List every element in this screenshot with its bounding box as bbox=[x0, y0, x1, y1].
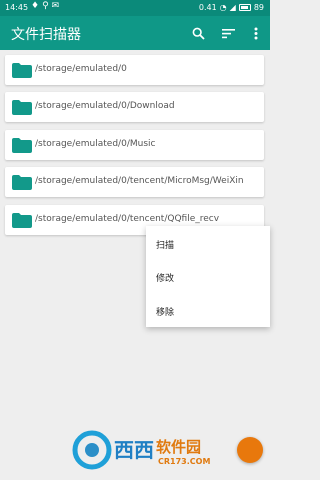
battery-icon bbox=[238, 4, 251, 11]
usb-icon: ⚲ bbox=[42, 1, 49, 11]
folder-icon bbox=[12, 100, 32, 115]
status-time: 14:45 bbox=[5, 3, 29, 12]
svg-text:软件园: 软件园 bbox=[156, 438, 201, 456]
folder-path: /storage/emulated/0/Music bbox=[35, 139, 156, 149]
svg-text:CR173.COM: CR173.COM bbox=[158, 457, 210, 466]
menu-item-edit[interactable]: 修改 bbox=[156, 271, 174, 284]
wifi-icon: ◔ bbox=[219, 3, 227, 12]
folder-item[interactable]: /storage/emulated/0/Music bbox=[5, 130, 264, 160]
folder-item[interactable]: /storage/emulated/0 bbox=[5, 55, 264, 85]
status-right: 0.41 ◔ ◢ 89 bbox=[199, 3, 264, 12]
more-vert-icon bbox=[254, 27, 258, 39]
folder-icon bbox=[12, 175, 32, 190]
sort-icon bbox=[221, 28, 235, 38]
folder-item[interactable]: /storage/emulated/0/Download bbox=[5, 92, 264, 122]
sort-button[interactable] bbox=[218, 23, 238, 43]
folder-path: /storage/emulated/0/Download bbox=[35, 101, 175, 111]
signal-icon: ◢ bbox=[229, 3, 236, 12]
svg-text:西西: 西西 bbox=[114, 438, 154, 462]
context-menu: 扫描 修改 移除 bbox=[146, 226, 270, 327]
floating-action-button[interactable] bbox=[237, 437, 263, 463]
search-button[interactable] bbox=[188, 23, 208, 43]
folder-item[interactable]: /storage/emulated/0/tencent/MicroMsg/Wei… bbox=[5, 167, 264, 197]
mail-icon: ✉ bbox=[51, 1, 60, 11]
app-title: 文件扫描器 bbox=[11, 27, 81, 43]
folder-path: /storage/emulated/0 bbox=[35, 64, 127, 74]
folder-path: /storage/emulated/0/tencent/MicroMsg/Wei… bbox=[35, 176, 244, 186]
search-icon bbox=[192, 27, 205, 40]
overflow-menu-button[interactable] bbox=[246, 23, 266, 43]
app-bar: 文件扫描器 bbox=[0, 16, 270, 50]
location-icon: ♦ bbox=[31, 1, 40, 11]
watermark-logo: 西西 软件园 CR173.COM bbox=[72, 430, 210, 470]
menu-item-remove[interactable]: 移除 bbox=[156, 305, 174, 318]
network-speed: 0.41 bbox=[198, 3, 217, 12]
status-notification-icons: ♦ ⚲ ✉ bbox=[31, 1, 59, 11]
folder-icon bbox=[12, 138, 32, 153]
folder-icon bbox=[12, 213, 32, 228]
battery-level: 89 bbox=[253, 3, 264, 12]
status-bar: 14:45 ♦ ⚲ ✉ 0.41 ◔ ◢ 89 bbox=[0, 0, 270, 16]
folder-path: /storage/emulated/0/tencent/QQfile_recv bbox=[35, 214, 220, 224]
menu-item-scan[interactable]: 扫描 bbox=[156, 238, 174, 251]
folder-icon bbox=[12, 63, 32, 78]
